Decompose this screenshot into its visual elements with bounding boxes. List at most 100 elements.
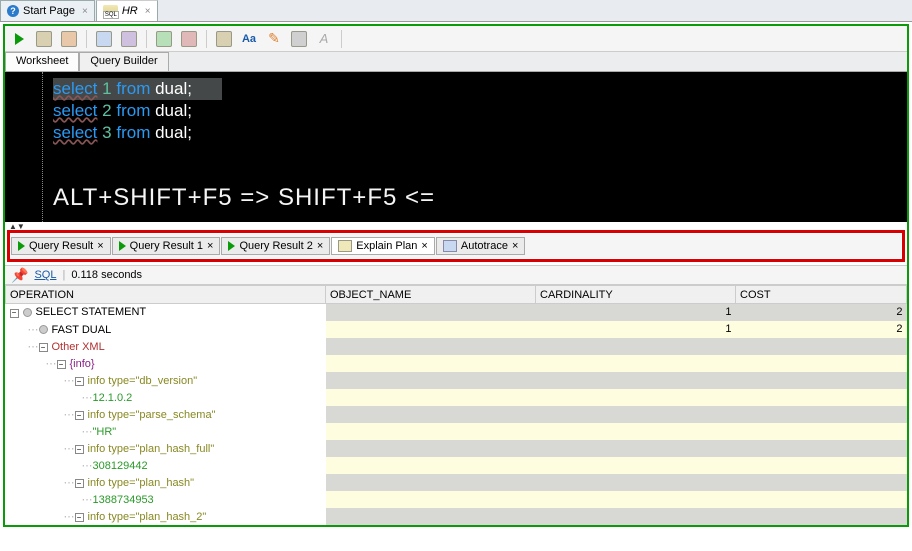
- cost-cell: [736, 338, 907, 355]
- history-button[interactable]: [289, 29, 309, 49]
- card-cell: [536, 491, 736, 508]
- result-tab-query-result-2[interactable]: Query Result 2 ×: [221, 237, 330, 255]
- col-cardinality[interactable]: CARDINALITY: [536, 286, 736, 304]
- tree-toggle[interactable]: −: [75, 513, 84, 522]
- script-icon: [36, 31, 52, 47]
- tab-label: Query Result 2: [239, 240, 312, 252]
- cost-cell: [736, 474, 907, 491]
- cost-cell: 2: [736, 304, 907, 321]
- table-row[interactable]: ⋯−info type="db_version": [6, 372, 907, 389]
- result-tab-query-result-1[interactable]: Query Result 1 ×: [112, 237, 221, 255]
- operation-cell: ⋯−info type="db_version": [6, 372, 326, 389]
- run-button[interactable]: [9, 29, 29, 49]
- node-text: 1388734953: [93, 494, 154, 506]
- case-button[interactable]: Aa: [239, 29, 259, 49]
- editor-gutter: [5, 72, 43, 222]
- cost-cell: [736, 423, 907, 440]
- card-cell: [536, 389, 736, 406]
- table-row[interactable]: ⋯−info type="plan_hash_full": [6, 440, 907, 457]
- result-tab-autotrace[interactable]: Autotrace ×: [436, 237, 526, 255]
- autotrace-icon: [443, 240, 457, 252]
- table-row[interactable]: ⋯FAST DUAL12: [6, 321, 907, 338]
- separator: |: [62, 269, 65, 281]
- toolbar-separator: [206, 30, 207, 48]
- result-tab-explain-plan[interactable]: Explain Plan ×: [331, 237, 435, 255]
- pin-icon[interactable]: 📌: [11, 267, 28, 284]
- node-text: "HR": [93, 426, 117, 438]
- unshared-button[interactable]: [214, 29, 234, 49]
- tree-toggle[interactable]: −: [75, 411, 84, 420]
- run-script-button[interactable]: [34, 29, 54, 49]
- explain-plan-icon: [338, 240, 352, 252]
- card-cell: [536, 474, 736, 491]
- tree-toggle[interactable]: −: [75, 445, 84, 454]
- tree-toggle[interactable]: −: [57, 360, 66, 369]
- cost-cell: [736, 406, 907, 423]
- tree-toggle[interactable]: −: [75, 377, 84, 386]
- sub-tab-query-builder[interactable]: Query Builder: [79, 52, 168, 71]
- col-operation[interactable]: OPERATION: [6, 286, 326, 304]
- table-row[interactable]: ⋯−info type="parse_schema": [6, 406, 907, 423]
- close-icon[interactable]: ×: [421, 240, 427, 252]
- format-button[interactable]: A: [314, 29, 334, 49]
- cost-cell: [736, 355, 907, 372]
- sql-link[interactable]: SQL: [34, 269, 56, 281]
- cost-cell: 2: [736, 321, 907, 338]
- result-tab-bar: Query Result × Query Result 1 × Query Re…: [11, 234, 901, 258]
- code-lines: select 1 from dual; select 2 from dual; …: [53, 78, 907, 144]
- tree-toggle[interactable]: −: [10, 309, 19, 318]
- table-row[interactable]: ⋯−{info}: [6, 355, 907, 372]
- sub-tab-worksheet[interactable]: Worksheet: [5, 52, 79, 71]
- table-row[interactable]: ⋯−info type="plan_hash_2": [6, 508, 907, 525]
- tree-toggle[interactable]: −: [39, 343, 48, 352]
- table-row[interactable]: ⋯−Other XML: [6, 338, 907, 355]
- card-cell: 1: [536, 321, 736, 338]
- splitter-handle[interactable]: ▲▼: [5, 222, 907, 230]
- table-row[interactable]: ⋯1388734953: [6, 491, 907, 508]
- sql-tuning-button[interactable]: [119, 29, 139, 49]
- node-text: info type="parse_schema": [88, 409, 216, 421]
- node-text: Other XML: [52, 341, 105, 353]
- table-row[interactable]: ⋯308129442: [6, 457, 907, 474]
- worksheet-toolbar: Aa ✎ A: [5, 26, 907, 52]
- tree-toggle[interactable]: −: [75, 479, 84, 488]
- commit-button[interactable]: [154, 29, 174, 49]
- close-icon[interactable]: ×: [97, 240, 103, 252]
- card-cell: [536, 338, 736, 355]
- table-row[interactable]: ⋯−info type="plan_hash": [6, 474, 907, 491]
- table-row[interactable]: − SELECT STATEMENT 12: [6, 304, 907, 321]
- card-cell: [536, 457, 736, 474]
- close-icon[interactable]: ×: [317, 240, 323, 252]
- close-icon[interactable]: ×: [82, 6, 88, 17]
- table-row[interactable]: ⋯"HR": [6, 423, 907, 440]
- clear-button[interactable]: ✎: [264, 29, 284, 49]
- col-cost[interactable]: COST: [736, 286, 907, 304]
- rollback-button[interactable]: [179, 29, 199, 49]
- table-row[interactable]: ⋯12.1.0.2: [6, 389, 907, 406]
- card-cell: [536, 355, 736, 372]
- operation-cell: ⋯12.1.0.2: [6, 389, 326, 406]
- close-icon[interactable]: ×: [512, 240, 518, 252]
- play-icon: [228, 241, 235, 251]
- tab-start-page[interactable]: ? Start Page ×: [0, 0, 95, 21]
- operation-cell: ⋯−{info}: [6, 355, 326, 372]
- play-icon: [18, 241, 25, 251]
- col-object-name[interactable]: OBJECT_NAME: [326, 286, 536, 304]
- cost-cell: [736, 457, 907, 474]
- obj-cell: [326, 389, 536, 406]
- toolbar-separator: [146, 30, 147, 48]
- result-tab-query-result[interactable]: Query Result ×: [11, 237, 111, 255]
- obj-cell: [326, 423, 536, 440]
- autotrace-button[interactable]: [94, 29, 114, 49]
- node-text: SELECT STATEMENT: [36, 306, 147, 318]
- card-cell: 1: [536, 304, 736, 321]
- close-icon[interactable]: ×: [145, 6, 151, 17]
- node-text: info type="db_version": [88, 375, 198, 387]
- tab-hr[interactable]: HR ×: [96, 0, 158, 21]
- node-text: info type="plan_hash_2": [88, 511, 207, 523]
- card-cell: [536, 423, 736, 440]
- sql-editor[interactable]: select 1 from dual; select 2 from dual; …: [5, 72, 907, 222]
- explain-plan-button[interactable]: [59, 29, 79, 49]
- close-icon[interactable]: ×: [207, 240, 213, 252]
- file-tab-bar: ? Start Page × HR ×: [0, 0, 912, 22]
